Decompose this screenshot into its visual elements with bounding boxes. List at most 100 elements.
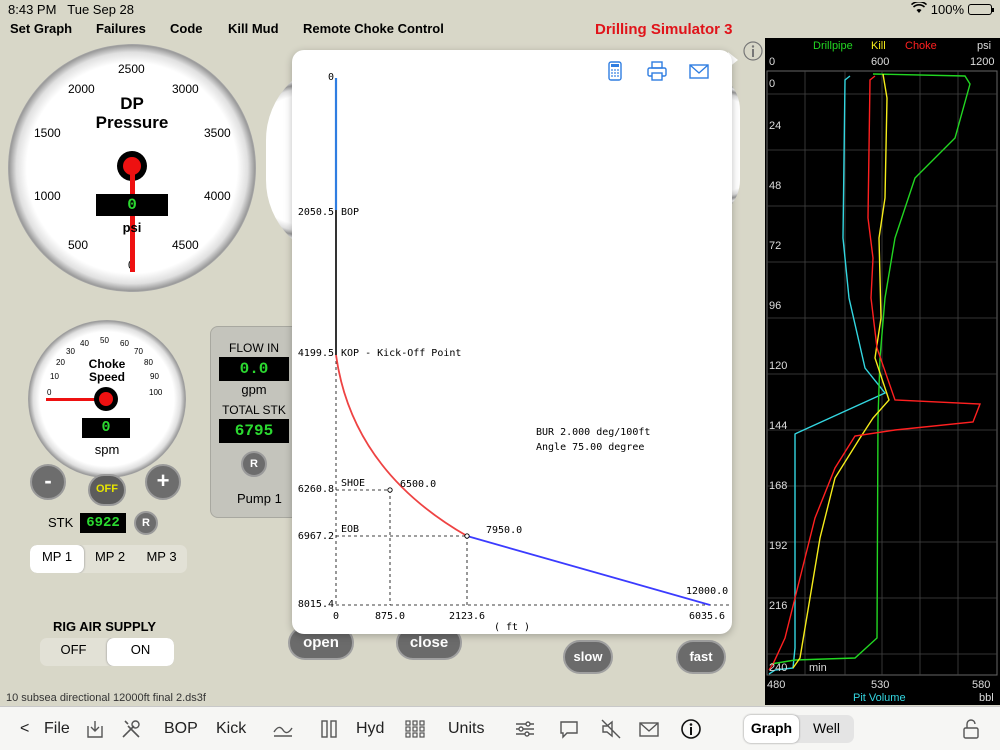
- time-tick: 144: [769, 420, 788, 432]
- menu-set-graph[interactable]: Set Graph: [10, 21, 72, 36]
- choke-needle-cap: [99, 392, 113, 406]
- file-name: 10 subsea directional 12000ft final 2.ds…: [6, 692, 206, 704]
- sliders-icon[interactable]: [514, 718, 536, 740]
- dp-tick: 500: [68, 238, 89, 252]
- dp-gauge-title: DP Pressure: [95, 94, 169, 132]
- choke-tick: 100: [149, 388, 163, 397]
- info-icon[interactable]: [742, 40, 764, 62]
- flow-unit: gpm: [241, 382, 267, 397]
- mp3-tab[interactable]: MP 3: [136, 545, 187, 573]
- status-battery: 100%: [910, 0, 994, 17]
- x-tick: 2123.6: [449, 611, 485, 622]
- graph-tab[interactable]: Graph: [744, 715, 799, 743]
- back-button[interactable]: <: [20, 720, 29, 738]
- wave-icon[interactable]: [272, 718, 294, 740]
- time-tick: 96: [769, 300, 782, 312]
- time-tick: 240: [769, 662, 788, 674]
- info-icon[interactable]: [680, 718, 702, 740]
- angle-text: Angle 75.00 degree: [536, 442, 644, 453]
- flow-in-label: FLOW IN: [229, 341, 279, 355]
- depth-note: KOP - Kick-Off Point: [341, 348, 461, 359]
- status-time: 8:43 PM Tue Sep 28: [8, 2, 134, 17]
- mp2-tab[interactable]: MP 2: [84, 545, 136, 573]
- dp-unit: psi: [122, 220, 142, 235]
- choke-series: [768, 75, 982, 671]
- wifi-icon: [910, 0, 927, 17]
- x-tick: 6035.6: [689, 611, 725, 622]
- chat-icon[interactable]: [558, 718, 580, 740]
- bottom-tick: 480: [767, 679, 786, 691]
- dp-tick: 4000: [204, 189, 231, 203]
- menu-code[interactable]: Code: [170, 21, 203, 36]
- sound-off-icon[interactable]: [600, 718, 622, 740]
- kill-series: [792, 73, 890, 669]
- well-profile-chart: 0 2050.5 BOP 4199.5 KOP - Kick-Off Point…: [298, 72, 729, 633]
- rig-air-label: RIG AIR SUPPLY: [53, 619, 157, 634]
- md-label: 12000.0: [686, 586, 728, 597]
- mail-icon[interactable]: [638, 718, 660, 740]
- columns-icon[interactable]: [318, 718, 340, 740]
- tools-icon[interactable]: [120, 718, 142, 740]
- md-label: 6500.0: [400, 479, 436, 490]
- dp-tick: 1000: [34, 189, 61, 203]
- time-unit: min: [809, 662, 827, 674]
- choke-tick: 70: [134, 347, 143, 356]
- menu-kill-mud[interactable]: Kill Mud: [228, 21, 279, 36]
- time-tick: 168: [769, 480, 788, 492]
- depth-label: 2050.5: [298, 207, 334, 218]
- bottom-tick: 580: [972, 679, 991, 691]
- choke-tick: 60: [120, 339, 129, 348]
- app-title: Drilling Simulator 3: [595, 21, 733, 38]
- menu-remote-choke-control[interactable]: Remote Choke Control: [303, 21, 444, 36]
- kick-button[interactable]: Kick: [216, 720, 246, 738]
- depth-note: BOP: [341, 207, 359, 218]
- flow-in-readout: 0.0: [219, 357, 289, 381]
- battery-percent: 100%: [930, 2, 964, 17]
- battery-icon: [968, 4, 994, 15]
- bottom-toolbar: < File BOP Kick Hyd Units Graph Well: [0, 706, 1000, 750]
- fast-button[interactable]: fast: [676, 640, 726, 674]
- menu-bar: Set Graph Failures Code Kill Mud Remote …: [0, 20, 1000, 38]
- bur-text: BUR 2.000 deg/100ft: [536, 427, 650, 438]
- rig-air-off[interactable]: OFF: [40, 638, 107, 666]
- pit-volume-label: Pit Volume: [853, 692, 906, 704]
- choke-increase-button[interactable]: +: [145, 464, 181, 500]
- pressure-trend-chart: Drillpipe Kill Choke psi 0 600 1200 0 24…: [765, 38, 1000, 705]
- hyd-button[interactable]: Hyd: [356, 720, 384, 738]
- total-stk-readout: 6795: [219, 419, 289, 443]
- depth-label: 6967.2: [298, 531, 334, 542]
- status-bar: 8:43 PM Tue Sep 28 100%: [0, 0, 1000, 20]
- shoe-marker: [387, 487, 393, 493]
- x-tick: 875.0: [375, 611, 405, 622]
- dp-pressure-gauge: 2500 2000 3000 1500 3500 1000 4000 500 4…: [8, 44, 256, 292]
- unlock-icon[interactable]: [960, 718, 982, 740]
- choke-off-button[interactable]: OFF: [88, 474, 126, 506]
- well-profile-popup: 0 2050.5 BOP 4199.5 KOP - Kick-Off Point…: [292, 50, 732, 634]
- mud-pump-selector: MP 1 MP 2 MP 3: [30, 545, 187, 573]
- bop-button[interactable]: BOP: [164, 720, 198, 738]
- depth-note: SHOE: [341, 478, 365, 489]
- time-tick: 72: [769, 240, 782, 252]
- stk-readout: 6922: [80, 513, 126, 533]
- dp-tick: 2500: [118, 62, 145, 76]
- grid-icon[interactable]: [404, 718, 426, 740]
- choke-speed-gauge: 0 10 20 30 40 50 60 70 80 90 100 Choke Sp…: [28, 320, 186, 478]
- time-tick: 120: [769, 360, 788, 372]
- choke-tick: 0: [47, 388, 52, 397]
- total-stk-reset-button[interactable]: R: [241, 451, 267, 477]
- choke-decrease-button[interactable]: -: [30, 464, 66, 500]
- save-icon[interactable]: [84, 718, 106, 740]
- bottom-unit: bbl: [979, 692, 994, 704]
- file-button[interactable]: File: [44, 720, 70, 738]
- slow-button[interactable]: slow: [563, 640, 613, 674]
- stk-reset-button[interactable]: R: [134, 511, 158, 535]
- md-label: 7950.0: [486, 525, 522, 536]
- pit-volume-series: [768, 75, 887, 675]
- units-button[interactable]: Units: [448, 720, 484, 738]
- menu-failures[interactable]: Failures: [96, 21, 146, 36]
- mp1-tab[interactable]: MP 1: [30, 545, 84, 573]
- eob-marker: [464, 533, 470, 539]
- well-tab[interactable]: Well: [799, 715, 854, 743]
- time-tick: 0: [769, 78, 776, 90]
- rig-air-on[interactable]: ON: [107, 638, 174, 666]
